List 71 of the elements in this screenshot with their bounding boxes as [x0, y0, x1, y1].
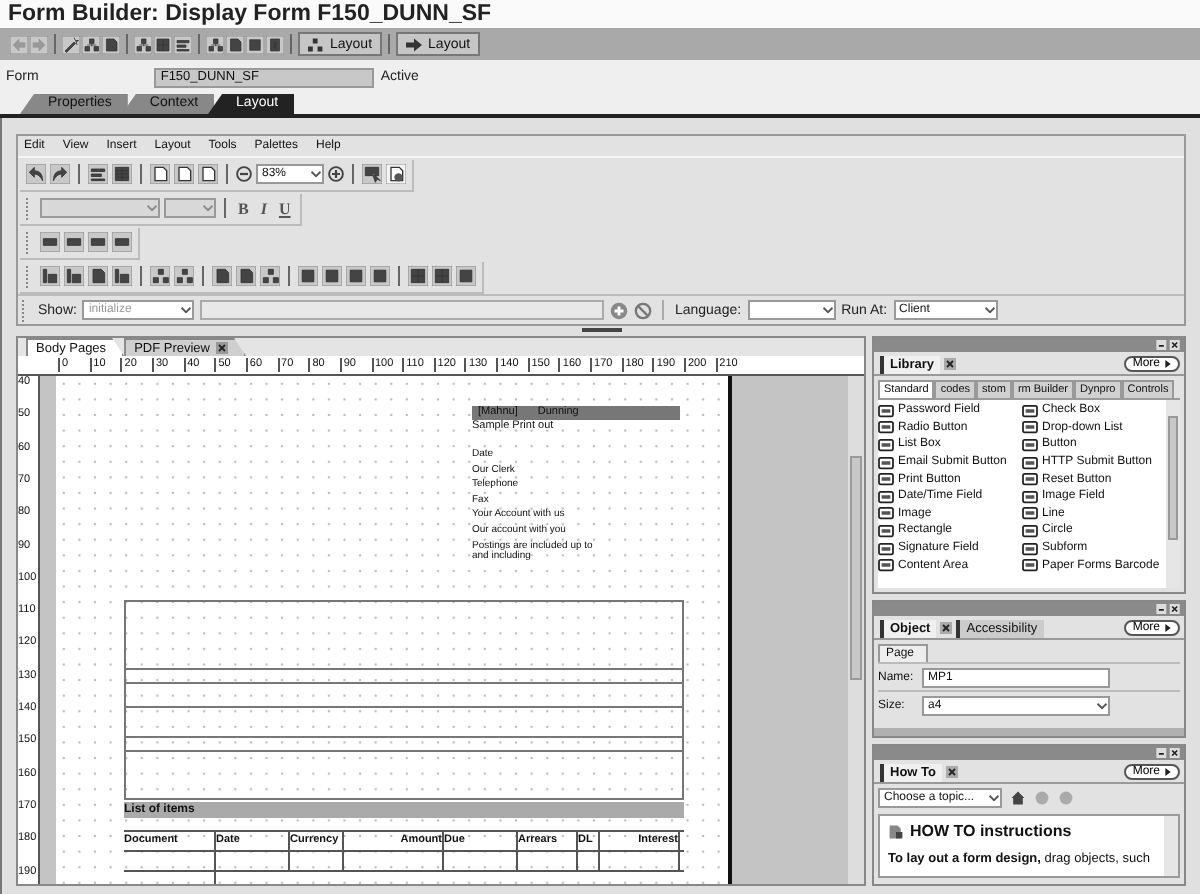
right-arrow-icon	[406, 37, 423, 51]
chevron-down-icon	[310, 168, 322, 180]
tree-icon[interactable]	[174, 266, 194, 286]
cancel-icon[interactable]	[634, 301, 653, 319]
document-icon[interactable]	[198, 164, 218, 184]
cursor-icon[interactable]	[362, 164, 382, 184]
square-icon[interactable]	[246, 35, 264, 53]
home-icon[interactable]	[1010, 790, 1026, 806]
document-icon[interactable]	[212, 266, 232, 286]
script-field[interactable]	[200, 300, 605, 320]
grid-icon[interactable]	[154, 35, 172, 53]
grid-icon[interactable]	[408, 266, 428, 286]
format-button[interactable]: B	[234, 199, 253, 217]
close-icon[interactable]	[946, 766, 958, 778]
scrollbar[interactable]	[1164, 816, 1178, 876]
tree-icon[interactable]	[150, 266, 170, 286]
document-icon[interactable]	[174, 164, 194, 184]
caret-icon	[1164, 768, 1172, 776]
zoom-in-icon[interactable]	[328, 166, 344, 182]
format-button[interactable]: I	[256, 199, 271, 217]
chevron-down-icon	[180, 304, 193, 316]
close-icon[interactable]	[944, 358, 957, 370]
chevron-down-icon	[983, 304, 996, 316]
document-icon[interactable]	[88, 266, 108, 286]
tree-icon[interactable]	[260, 266, 280, 286]
close-icon[interactable]	[940, 622, 953, 634]
window-title: Form Builder: Display Form F150_DUNN_SF	[0, 0, 1200, 28]
redo-icon[interactable]	[50, 164, 70, 184]
square-icon[interactable]	[456, 266, 476, 286]
bars-icon[interactable]	[40, 266, 60, 286]
undo-icon[interactable]	[26, 164, 46, 184]
bars-icon[interactable]	[112, 266, 132, 286]
tree-icon[interactable]	[134, 35, 152, 53]
window-buttons-icon[interactable]	[1156, 748, 1180, 758]
splitter-handle[interactable]	[581, 328, 621, 332]
close-icon[interactable]	[216, 342, 228, 354]
tree-icon[interactable]	[206, 35, 224, 53]
square-icon[interactable]	[298, 266, 318, 286]
bars-icon[interactable]	[64, 266, 84, 286]
grid-icon[interactable]	[112, 164, 132, 184]
window-buttons-icon[interactable]	[1156, 340, 1180, 350]
scrollbar[interactable]	[848, 376, 864, 884]
tree-icon	[308, 37, 324, 51]
caret-icon	[1164, 624, 1172, 632]
chevron-down-icon	[988, 792, 1000, 804]
zoom-out-icon[interactable]	[236, 166, 252, 182]
how-to-heading: HOW TO instructions	[910, 822, 1072, 840]
caret-icon	[1164, 360, 1172, 368]
chevron-down-icon	[146, 202, 158, 214]
grid-icon[interactable]	[432, 266, 452, 286]
scrollbar[interactable]	[1166, 400, 1180, 588]
document-icon[interactable]	[150, 164, 170, 184]
window-buttons-icon[interactable]	[1156, 604, 1180, 614]
document-icon[interactable]	[226, 35, 244, 53]
language-dropdown[interactable]	[747, 300, 836, 320]
document-icon[interactable]	[236, 266, 256, 286]
chevron-down-icon	[821, 304, 834, 316]
square-icon[interactable]	[370, 266, 390, 286]
document-icon	[888, 823, 904, 839]
square-icon[interactable]	[346, 266, 366, 286]
bars-icon[interactable]	[88, 164, 108, 184]
square-icon[interactable]	[322, 266, 342, 286]
help-icon[interactable]	[386, 164, 406, 184]
document-icon[interactable]	[102, 35, 120, 53]
add-icon[interactable]	[610, 301, 629, 319]
format-button[interactable]: U	[274, 199, 295, 217]
wand-icon[interactable]	[62, 35, 80, 53]
bars-icon[interactable]	[174, 35, 192, 53]
chevron-down-icon	[202, 202, 214, 214]
chevron-down-icon	[1096, 699, 1108, 711]
tree-icon[interactable]	[82, 35, 100, 53]
